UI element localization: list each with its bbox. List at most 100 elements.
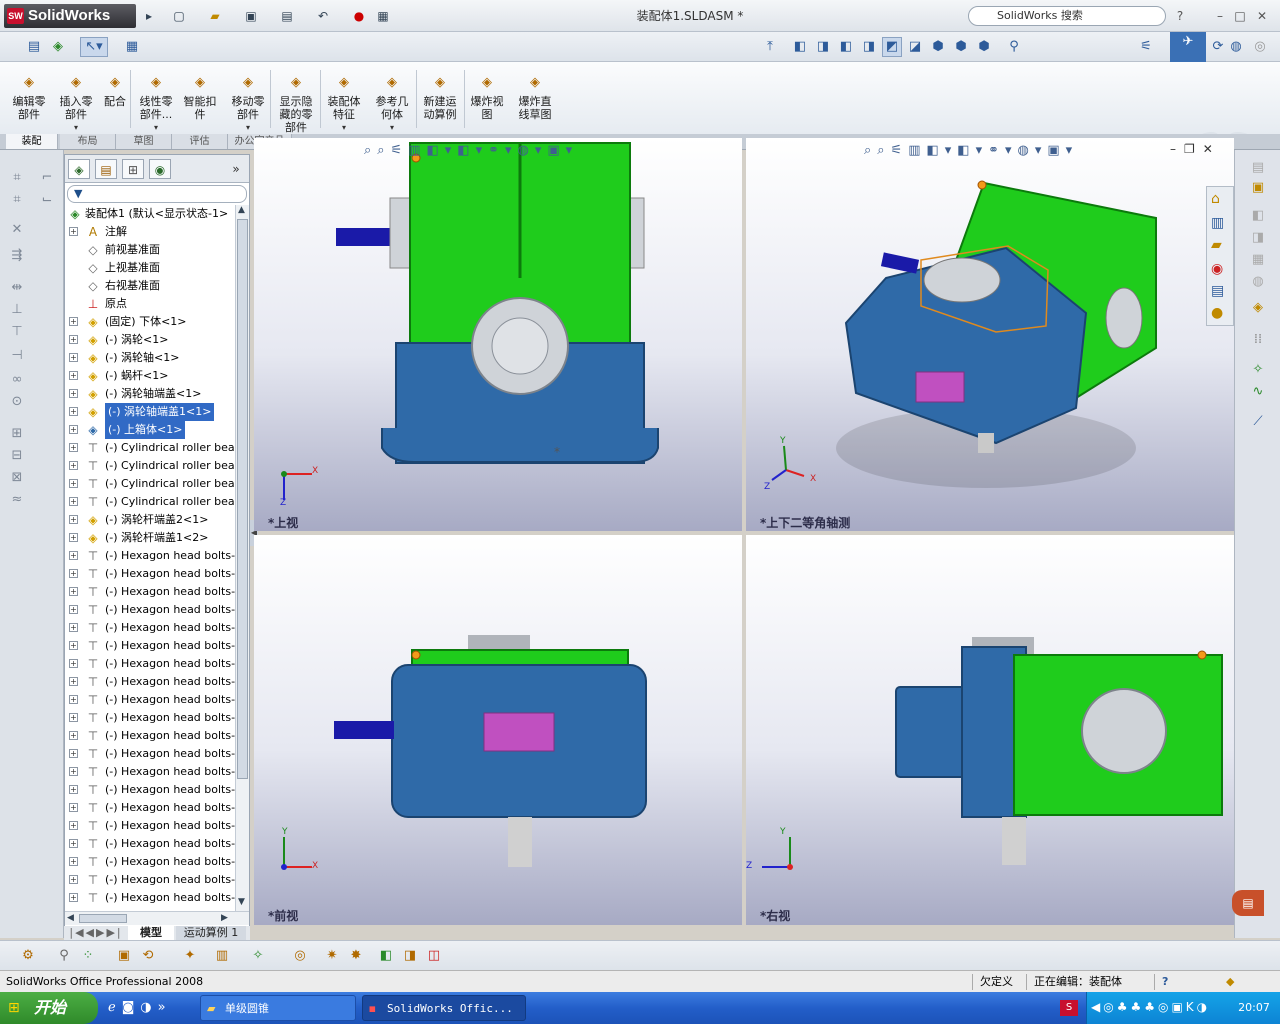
custom-properties-icon[interactable]: ◈: [1247, 298, 1269, 318]
fastener-icon[interactable]: ▣: [114, 946, 134, 966]
explode-line-icon[interactable]: ✸: [346, 946, 366, 966]
scroll-up-icon[interactable]: ▲: [238, 205, 245, 215]
expand-icon[interactable]: +: [69, 515, 78, 524]
expand-icon[interactable]: +: [69, 587, 78, 596]
expand-icon[interactable]: +: [69, 569, 78, 578]
viewport-top[interactable]: * X Z ⌕⌕⚟▥◧▾◧▾⚭▾◍▾▣▾ *上视: [254, 138, 742, 531]
tree-item[interactable]: + ⊤ (-) Hexagon head bolts--Pr: [65, 655, 235, 673]
solidworks-logo[interactable]: SW SolidWorks: [4, 4, 136, 28]
tree-item[interactable]: + ⊤ (-) Hexagon head bolts--Pr: [65, 547, 235, 565]
view-top-icon[interactable]: ◩: [882, 37, 902, 57]
tree-item[interactable]: + ⊤ (-) Hexagon head bolts--Pr: [65, 583, 235, 601]
tree-item[interactable]: + ⊤ (-) Hexagon head bolts--Pr: [65, 619, 235, 637]
viewport-front[interactable]: X Y *前视: [254, 535, 742, 925]
cmd-button-2[interactable]: ◈ 配合: [100, 66, 130, 132]
tree-vertical-scrollbar[interactable]: ▲ ▼: [235, 205, 249, 911]
folder-icon[interactable]: ▰: [1211, 237, 1222, 253]
dropdown-arrow-icon[interactable]: ▾: [54, 121, 98, 134]
tree-item[interactable]: + ⊤ (-) Cylindrical roller bearing: [65, 439, 235, 457]
expand-icon[interactable]: +: [69, 641, 78, 650]
appearances-icon[interactable]: ◍: [1247, 272, 1269, 292]
view-bottom-icon[interactable]: ◪: [905, 37, 925, 57]
tray-icons[interactable]: ◀◎♣♣♣◎▣K◑: [1091, 1000, 1210, 1014]
expand-icon[interactable]: +: [69, 389, 78, 398]
scroll-thumb[interactable]: [237, 219, 248, 779]
tab-motion-study-1[interactable]: 运动算例 1: [176, 926, 246, 940]
chain-icon[interactable]: ∞: [6, 370, 28, 390]
search-input[interactable]: SolidWorks 搜索: [968, 6, 1166, 26]
quick-launch-icons[interactable]: ℯ◙◑»: [108, 1000, 172, 1015]
measure-icon[interactable]: ⟋: [1247, 412, 1269, 432]
line-icon[interactable]: ⌙: [36, 190, 58, 210]
grid-tools-icon[interactable]: ⁞⁞: [1247, 330, 1269, 350]
layout-icon[interactable]: ⊠: [6, 468, 28, 488]
new-document-icon[interactable]: ▢: [170, 7, 188, 25]
expand-icon[interactable]: +: [69, 371, 78, 380]
viewport-right[interactable]: Z Y *右视: [746, 535, 1234, 925]
expand-icon[interactable]: +: [69, 425, 78, 434]
tree-item[interactable]: + ◈ (固定) 下体<1>: [65, 313, 235, 331]
assembly-icon[interactable]: ◈: [48, 37, 68, 57]
property-manager-tab-icon[interactable]: ▤: [95, 159, 117, 179]
cmd-button-10[interactable]: ◈ 爆炸视 图: [466, 66, 508, 132]
expand-icon[interactable]: +: [69, 821, 78, 830]
relation-icon[interactable]: ⊥: [6, 300, 28, 320]
hscroll-thumb[interactable]: [79, 914, 127, 923]
tool-a-icon[interactable]: ◧: [376, 946, 396, 966]
heads-up-view-toolbar[interactable]: ⌕⌕⚟▥◧▾◧▾⚭▾◍▾▣▾: [364, 142, 578, 160]
configuration-manager-tab-icon[interactable]: ⊞: [122, 159, 144, 179]
tag-icon[interactable]: ◆: [1226, 971, 1234, 993]
dropdown-arrow-icon[interactable]: ▾: [370, 121, 414, 134]
rebuild-icon[interactable]: ●: [350, 7, 368, 25]
expand-icon[interactable]: +: [69, 353, 78, 362]
tab-model[interactable]: 模型: [128, 926, 174, 940]
smart-dimension-icon[interactable]: ⌗: [6, 168, 28, 188]
dimension-icon[interactable]: ⌗: [6, 190, 28, 210]
table-icon[interactable]: ⊟: [6, 446, 28, 466]
dropdown-arrow-icon[interactable]: ▾: [134, 121, 178, 134]
options-icon[interactable]: ▦: [374, 7, 392, 25]
tree-item[interactable]: + A 注解: [65, 223, 235, 241]
tree-item[interactable]: + ⊤ (-) Cylindrical roller bearing: [65, 493, 235, 511]
view-front-icon[interactable]: ◧: [790, 37, 810, 57]
mate-tool-icon[interactable]: ⚲: [54, 946, 74, 966]
tree-item[interactable]: + ◈ (-) 涡轮<1>: [65, 331, 235, 349]
help-status-icon[interactable]: ?: [1162, 971, 1168, 993]
tree-item[interactable]: + ⊤ (-) Hexagon head bolts--Pr: [65, 601, 235, 619]
close-button[interactable]: ✕: [1254, 8, 1270, 24]
expand-icon[interactable]: +: [69, 227, 78, 236]
offset-icon[interactable]: ⇶: [6, 246, 28, 266]
tool-b-icon[interactable]: ◨: [400, 946, 420, 966]
tree-item[interactable]: + ⊤ (-) Hexagon head bolts--Pr: [65, 727, 235, 745]
expand-icon[interactable]: +: [69, 335, 78, 344]
tree-item[interactable]: + ⊤ (-) Hexagon head bolts--Pr: [65, 745, 235, 763]
cmd-button-7[interactable]: ◈ 装配体 特征 ▾: [322, 66, 366, 132]
tree-item[interactable]: + ⊤ (-) Hexagon head bolts--Pr: [65, 691, 235, 709]
expand-icon[interactable]: +: [69, 695, 78, 704]
spline-tool-icon[interactable]: ∿: [1247, 382, 1269, 402]
tree-item[interactable]: + ⊤ (-) Hexagon head bolts--Pr: [65, 673, 235, 691]
light-icon[interactable]: ●: [1211, 305, 1223, 321]
task-solidworks[interactable]: ◼ SolidWorks Offic...: [362, 995, 526, 1021]
viewport-isometric[interactable]: X Y Z ⌕⌕⚟▥◧▾◧▾⚭▾◍▾▣▾ –❐✕ *上下二等角轴测: [746, 138, 1234, 531]
dimxpert-tab-icon[interactable]: ◉: [149, 159, 171, 179]
fix-icon[interactable]: ⊤: [6, 322, 28, 342]
heads-up-view-toolbar[interactable]: ⌕⌕⚟▥◧▾◧▾⚭▾◍▾▣▾: [864, 142, 1078, 160]
select-arrow-icon[interactable]: ↖▾: [80, 37, 108, 57]
expand-icon[interactable]: +: [69, 551, 78, 560]
tree-horizontal-scrollbar[interactable]: ◀ ▶: [65, 911, 249, 925]
expand-icon[interactable]: +: [69, 533, 78, 542]
link-view-icon[interactable]: ⚲: [1004, 37, 1024, 57]
scroll-left-icon[interactable]: ◀: [67, 913, 74, 923]
cmd-button-0[interactable]: ◈ 编辑零 部件: [8, 66, 50, 132]
properties-icon[interactable]: ▤: [24, 37, 44, 57]
tool-c-icon[interactable]: ◫: [424, 946, 444, 966]
expand-icon[interactable]: +: [69, 875, 78, 884]
view-palette-icon[interactable]: ▦: [1247, 250, 1269, 270]
expand-icon[interactable]: +: [69, 497, 78, 506]
design-library-icon[interactable]: ▣: [1247, 178, 1269, 198]
cmd-button-1[interactable]: ◈ 插入零 部件 ▾: [54, 66, 98, 132]
menu-arrow-icon[interactable]: ▸: [140, 7, 158, 25]
view-trimetric-icon[interactable]: ⬢: [951, 37, 971, 57]
search-results-icon[interactable]: ◨: [1247, 228, 1269, 248]
